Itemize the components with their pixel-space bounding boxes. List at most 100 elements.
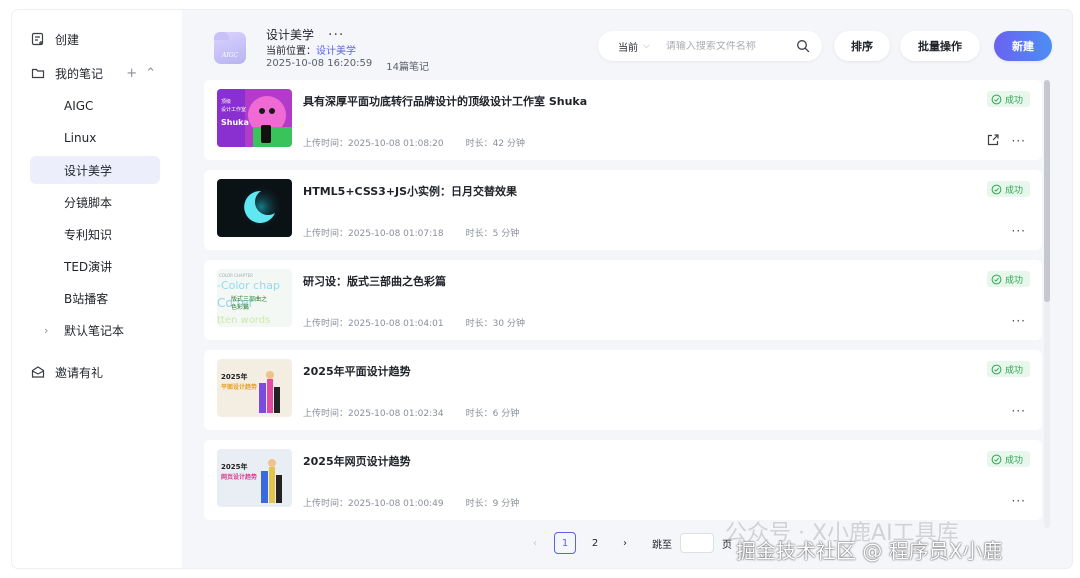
page-1-button[interactable]: 1 xyxy=(554,532,576,554)
jump-page-input[interactable] xyxy=(680,533,714,553)
note-meta: 上传时间：2025-10-08 01:07:18 时长：5 分钟 xyxy=(303,226,519,239)
scrollbar-thumb[interactable] xyxy=(1044,80,1050,302)
note-card[interactable]: 2025年 平面设计趋势 2025年平面设计趋势 上传时间：2025-10-08… xyxy=(204,350,1042,430)
sidebar-folder-item[interactable]: Linux xyxy=(30,124,160,152)
note-meta: 上传时间：2025-10-08 01:02:34 时长：6 分钟 xyxy=(303,406,519,419)
sidebar-folder-label: B站播客 xyxy=(64,291,109,306)
sidebar-item-create[interactable]: 创建 xyxy=(30,25,160,53)
folder-badge-text: AIGC xyxy=(221,52,239,59)
upload-time: 上传时间：2025-10-08 01:00:49 xyxy=(303,496,444,509)
more-options-icon[interactable]: ··· xyxy=(1012,134,1026,148)
pagination: ‹ 1 2 › 跳至 页 xyxy=(524,532,732,554)
upload-time-value: 2025-10-08 01:08:20 xyxy=(348,139,444,149)
add-folder-icon[interactable]: + xyxy=(126,66,137,81)
check-circle-icon xyxy=(991,94,1002,104)
note-card[interactable]: 2025年 网页设计趋势 2025年网页设计趋势 上传时间：2025-10-08… xyxy=(204,440,1042,520)
note-title[interactable]: 研习设：版式三部曲之色彩篇 xyxy=(303,273,446,289)
scrollbar[interactable] xyxy=(1044,80,1050,528)
more-options-icon[interactable]: ··· xyxy=(1012,224,1026,238)
create-note-icon xyxy=(30,31,46,47)
search-bar: 当前 ⌵ xyxy=(598,31,822,61)
svg-text:-Color chap: -Color chap xyxy=(217,279,280,292)
collapse-icon[interactable]: ⌃ xyxy=(145,66,156,81)
sidebar-item-default-notebook[interactable]: › 默认笔记本 xyxy=(30,316,160,344)
sort-button[interactable]: 排序 xyxy=(834,31,890,61)
more-options-icon[interactable]: ··· xyxy=(1012,494,1026,508)
duration-value: 9 分钟 xyxy=(492,499,520,509)
share-icon[interactable] xyxy=(986,133,1000,147)
upload-time-value: 2025-10-08 01:00:49 xyxy=(348,499,444,509)
svg-text:版式三部曲之: 版式三部曲之 xyxy=(231,295,267,303)
note-card[interactable]: 顶级 设计工作室 Shuka 具有深厚平面功底转行品牌设计的顶级设计工作室 Sh… xyxy=(204,80,1042,160)
status-badge: 成功 xyxy=(986,271,1030,287)
more-options-icon[interactable]: ··· xyxy=(1012,404,1026,418)
sidebar-folder-item[interactable]: 设计美学 xyxy=(30,156,160,184)
note-title[interactable]: 2025年平面设计趋势 xyxy=(303,363,411,379)
status-badge: 成功 xyxy=(986,451,1030,467)
note-title[interactable]: 具有深厚平面功底转行品牌设计的顶级设计工作室 Shuka xyxy=(303,93,587,109)
search-scope-select[interactable]: 当前 ⌵ xyxy=(618,39,650,54)
breadcrumb-link[interactable]: 设计美学 xyxy=(316,46,356,57)
duration: 时长：30 分钟 xyxy=(466,316,525,329)
note-card[interactable]: HTML5+CSS3+JS小实例：日月交替效果 上传时间：2025-10-08 … xyxy=(204,170,1042,250)
page-2-button[interactable]: 2 xyxy=(584,532,606,554)
title-more-icon[interactable]: ··· xyxy=(328,27,344,43)
duration: 时长：6 分钟 xyxy=(466,406,520,419)
status-badge: 成功 xyxy=(986,91,1030,107)
folder-note-count: 14篇笔记 xyxy=(386,62,429,73)
note-title[interactable]: HTML5+CSS3+JS小实例：日月交替效果 xyxy=(303,183,517,199)
upload-time: 上传时间：2025-10-08 01:07:18 xyxy=(303,226,444,239)
search-icon[interactable] xyxy=(796,39,810,53)
check-circle-icon xyxy=(991,454,1002,464)
batch-operation-button[interactable]: 批量操作 xyxy=(900,31,980,61)
sidebar-folder-item[interactable]: 分镜脚本 xyxy=(30,188,160,216)
upload-time-label: 上传时间： xyxy=(303,139,349,149)
sidebar-folder-item[interactable]: TED演讲 xyxy=(30,252,160,280)
status-text: 成功 xyxy=(1004,275,1023,286)
sidebar-folder-label: TED演讲 xyxy=(64,259,113,274)
prev-page-icon[interactable]: ‹ xyxy=(524,532,546,554)
svg-text:顶级: 顶级 xyxy=(221,98,231,105)
note-meta: 上传时间：2025-10-08 01:00:49 时长：9 分钟 xyxy=(303,496,519,509)
new-note-button[interactable]: 新建 xyxy=(994,31,1052,61)
folder-cover-icon: AIGC xyxy=(214,32,246,64)
duration-value: 5 分钟 xyxy=(492,229,520,239)
sidebar-folder-label: Linux xyxy=(64,131,97,145)
folder-flap xyxy=(214,32,229,40)
sidebar-default-notebook-label: 默认笔记本 xyxy=(64,323,125,338)
note-meta: 上传时间：2025-10-08 01:08:20 时长：42 分钟 xyxy=(303,136,525,149)
status-text: 成功 xyxy=(1004,365,1023,376)
sidebar-item-invite[interactable]: 邀请有礼 xyxy=(30,358,160,386)
upload-time-value: 2025-10-08 01:04:01 xyxy=(348,319,444,329)
svg-text:色彩篇: 色彩篇 xyxy=(231,303,249,311)
sidebar-folder-label: 专利知识 xyxy=(64,227,113,242)
sidebar-folder-item[interactable]: 专利知识 xyxy=(30,220,160,248)
status-text: 成功 xyxy=(1004,95,1023,106)
note-thumbnail: 顶级 设计工作室 Shuka xyxy=(217,89,292,147)
note-card[interactable]: COLOR CHAPTER -Color chap Co ter 版式三部曲之 … xyxy=(204,260,1042,340)
app-window: 创建 我的笔记 + ⌃ AIGC Linux 设计美学分镜脚本专利知识 TED演讲 B站… xyxy=(12,10,1072,568)
page-title-row: 设计美学 ··· xyxy=(266,26,344,43)
page-title: 设计美学 xyxy=(266,28,315,42)
more-options-icon[interactable]: ··· xyxy=(1012,314,1026,328)
sidebar-item-my-notes[interactable]: 我的笔记 + ⌃ xyxy=(30,59,160,87)
sidebar-folder-item[interactable]: B站播客 xyxy=(30,284,160,312)
upload-time: 上传时间：2025-10-08 01:08:20 xyxy=(303,136,444,149)
sidebar-invite-label: 邀请有礼 xyxy=(55,365,104,380)
upload-time: 上传时间：2025-10-08 01:02:34 xyxy=(303,406,444,419)
note-title[interactable]: 2025年网页设计趋势 xyxy=(303,453,411,469)
sidebar-folder-item[interactable]: AIGC xyxy=(30,92,160,120)
note-thumbnail: 2025年 网页设计趋势 xyxy=(217,449,292,507)
search-input[interactable] xyxy=(665,40,784,52)
upload-time-label: 上传时间： xyxy=(303,499,349,509)
check-circle-icon xyxy=(991,274,1002,284)
upload-time-label: 上传时间： xyxy=(303,229,349,239)
upload-time-label: 上传时间： xyxy=(303,319,349,329)
folder-meta: 2025-10-08 16:20:59 14篇笔记 xyxy=(266,58,429,73)
status-text: 成功 xyxy=(1004,185,1023,196)
note-thumbnail: COLOR CHAPTER -Color chap Co ter 版式三部曲之 … xyxy=(217,269,292,327)
status-badge: 成功 xyxy=(986,181,1030,197)
next-page-icon[interactable]: › xyxy=(614,532,636,554)
svg-text:设计工作室: 设计工作室 xyxy=(221,106,246,113)
duration: 时长：9 分钟 xyxy=(466,496,520,509)
